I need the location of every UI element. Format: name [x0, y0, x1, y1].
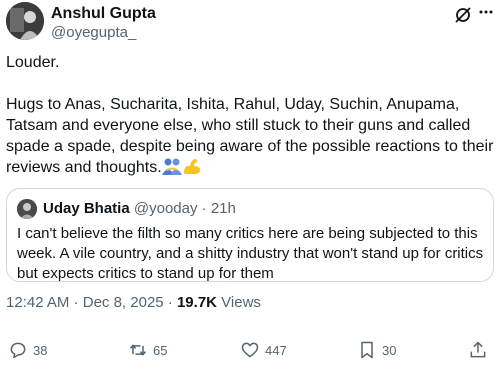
- reply-button[interactable]: 38: [8, 339, 47, 361]
- like-count: 447: [265, 342, 287, 358]
- quoted-avatar: [17, 199, 37, 219]
- tweet-paragraph-text: Hugs to Anas, Sucharita, Ishita, Rahul, …: [6, 96, 494, 176]
- tweet-text: Louder. Hugs to Anas, Sucharita, Ishita,…: [6, 52, 496, 178]
- quoted-header: Uday Bhatia @yooday · 21h: [43, 200, 236, 218]
- quoted-author-handle: @yooday: [133, 200, 198, 217]
- like-button[interactable]: 447: [240, 339, 287, 361]
- quoted-text: I can't believe the filth so many critic…: [17, 225, 484, 282]
- tweet-paragraph: Louder.: [6, 54, 60, 71]
- flexed-biceps-emoji: [183, 159, 200, 174]
- tweet-date[interactable]: Dec 8, 2025: [83, 294, 164, 311]
- tweet-paragraph: Hugs to Anas, Sucharita, Ishita, Rahul, …: [6, 94, 496, 178]
- meta-separator: ·: [73, 294, 79, 311]
- views-label: Views: [221, 294, 261, 311]
- tweet-time[interactable]: 12:42 AM: [6, 294, 69, 311]
- meta-separator: ·: [167, 294, 173, 311]
- tweet-meta: 12:42 AM · Dec 8, 2025 · 19.7K Views: [6, 294, 261, 312]
- avatar[interactable]: [6, 2, 44, 40]
- more-options-icon[interactable]: [478, 4, 494, 20]
- bookmark-count: 30: [382, 342, 397, 358]
- quoted-author-name: Uday Bhatia: [43, 200, 130, 217]
- people-hugging-emoji: [161, 158, 182, 175]
- author-handle[interactable]: @oyegupta_: [51, 24, 136, 42]
- grok-icon[interactable]: [454, 6, 472, 24]
- author-name[interactable]: Anshul Gupta: [51, 4, 156, 23]
- repost-button[interactable]: 65: [128, 339, 167, 361]
- share-button[interactable]: [468, 339, 493, 361]
- repost-count: 65: [153, 342, 168, 358]
- quoted-tweet[interactable]: Uday Bhatia @yooday · 21h I can't believ…: [6, 188, 494, 282]
- repost-icon: [129, 344, 147, 356]
- action-bar: 38 65 447 30: [0, 339, 500, 361]
- reply-count: 38: [33, 342, 48, 358]
- reply-icon: [10, 342, 26, 359]
- quoted-time: 21h: [210, 200, 236, 217]
- bookmark-icon: [361, 341, 373, 359]
- bookmark-button[interactable]: 30: [357, 339, 396, 361]
- tweet-card: Anshul Gupta @oyegupta_ Louder. Hugs to …: [0, 0, 500, 371]
- quoted-separator: ·: [201, 200, 207, 217]
- share-icon: [470, 341, 486, 358]
- heart-icon: [241, 342, 259, 358]
- views-count: 19.7K: [176, 294, 217, 311]
